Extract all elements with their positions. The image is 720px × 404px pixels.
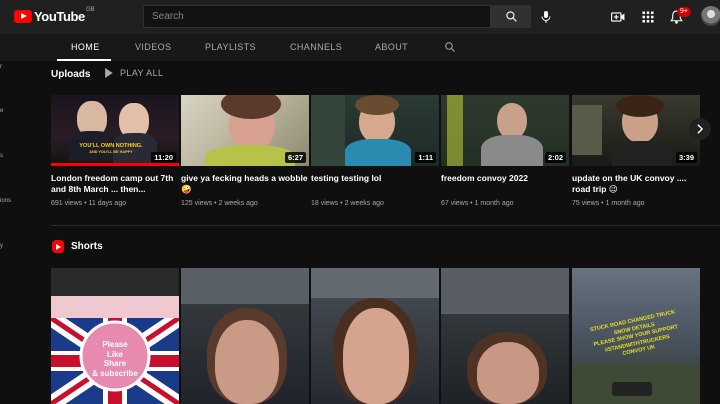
video-meta: 75 views • 1 month ago [572,200,645,207]
overlay-line: Please [102,340,128,349]
youtube-play-icon [14,10,32,23]
video-views: 691 views [51,200,83,207]
sidebar-cutoff-label[interactable]: y [0,243,3,249]
video-meta: 67 views • 1 month ago [441,200,514,207]
video-title[interactable]: testing testing lol [311,173,439,195]
video-title[interactable]: update on the UK convoy .... road trip 😉 [572,173,700,195]
top-bar: YouTube GB 9+ [0,0,720,34]
video-age: 2 weeks ago [344,200,384,207]
channel-tabs [0,34,720,61]
short-thumbnail [441,268,569,314]
video-title[interactable]: give ya fecking heads a wobble 🤪 [181,173,309,195]
section-title-shorts[interactable]: Shorts [71,241,103,252]
search-box[interactable] [143,5,491,28]
sidebar-cutoff-label[interactable]: r [0,64,2,70]
watch-progress-bar [51,163,179,166]
shorts-icon [52,240,64,253]
logo-text: YouTube [34,9,85,24]
short-card[interactable] [311,268,439,404]
tab-about[interactable]: ABOUT [375,42,408,52]
search-button[interactable] [491,5,531,28]
video-camera-plus-icon [611,12,625,22]
video-duration: 2:02 [544,152,566,163]
video-title[interactable]: London freedom camp out 7th and 8th Marc… [51,173,179,195]
voice-search-button[interactable] [537,8,555,26]
short-card[interactable] [441,268,569,404]
active-tab-indicator [57,59,111,61]
video-meta: 18 views • 2 weeks ago [311,200,384,207]
video-views: 75 views [572,200,600,207]
short-card[interactable]: Please Like Share & subscribe [51,268,179,404]
video-thumbnail[interactable]: 1:11 [311,95,439,166]
overlay-line: Share [103,359,127,368]
short-thumbnail [181,268,309,304]
short-card[interactable] [181,268,309,404]
search-input[interactable] [144,6,490,27]
tab-channels[interactable]: CHANNELS [290,42,342,52]
short-thumbnail [311,268,439,298]
apps-button[interactable] [639,8,657,26]
sidebar-cutoff-label[interactable]: s [0,153,3,159]
thumbnail-caption-sub: AND YOU'LL BE HAPPY [89,150,133,154]
sidebar-cutoff-label[interactable]: ions [0,198,11,204]
channel-search-button[interactable] [444,40,456,58]
video-card[interactable]: 3:39 update on the UK convoy .... road t… [572,95,700,207]
create-button[interactable] [609,8,627,26]
video-duration: 3:39 [675,152,697,163]
video-title[interactable]: freedom convoy 2022 [441,173,569,195]
play-icon [105,68,113,78]
short-card[interactable]: STUCK ROAD CHANGED TRUCK SNOW DETAILS PL… [572,268,700,404]
overlay-line: & subscribe [92,368,138,378]
short-overlay-text: STUCK ROAD CHANGED TRUCK SNOW DETAILS PL… [573,306,698,368]
video-card[interactable]: YOU'LL OWN NOTHING. AND YOU'LL BE HAPPY … [51,95,179,207]
video-thumbnail[interactable]: 6:27 [181,95,309,166]
video-meta: 125 views • 2 weeks ago [181,200,258,207]
section-title-uploads[interactable]: Uploads [51,69,90,80]
video-thumbnail[interactable]: YOU'LL OWN NOTHING. AND YOU'LL BE HAPPY … [51,95,179,166]
video-views: 125 views [181,200,213,207]
tab-playlists[interactable]: PLAYLISTS [205,42,256,52]
sidebar-cutoff-label[interactable]: e [0,108,3,114]
video-card[interactable]: 1:11 testing testing lol 18 views • 2 we… [311,95,439,207]
video-duration: 11:20 [151,152,176,163]
play-all-label: PLAY ALL [120,68,164,78]
video-card[interactable]: 6:27 give ya fecking heads a wobble 🤪 12… [181,95,309,207]
video-duration: 1:11 [415,152,436,163]
video-card[interactable]: 2:02 freedom convoy 2022 67 views • 1 mo… [441,95,569,207]
tab-videos[interactable]: VIDEOS [135,42,171,52]
video-meta: 691 views • 11 days ago [51,200,127,207]
thumbnail-caption: YOU'LL OWN NOTHING. [79,143,143,149]
search-icon [505,11,517,22]
overlay-line: Like [106,349,123,359]
video-age: 1 month ago [605,200,645,207]
video-views: 18 views [311,200,339,207]
youtube-logo[interactable]: YouTube GB [14,7,95,24]
chevron-right-icon [697,124,704,134]
video-thumbnail[interactable]: 3:39 [572,95,700,166]
short-overlay-text: Please Like Share & subscribe [85,340,145,378]
video-age: 1 month ago [474,200,514,207]
video-thumbnail[interactable]: 2:02 [441,95,569,166]
apps-grid-icon [642,11,654,23]
region-code: GB [86,7,95,13]
account-avatar[interactable] [701,6,720,26]
tab-home[interactable]: HOME [71,42,100,52]
video-age: 11 days ago [88,200,127,207]
video-duration: 6:27 [284,152,306,163]
video-age: 2 weeks ago [218,200,258,207]
notification-badge: 9+ [677,7,691,17]
search-icon [445,42,455,52]
carousel-next-button[interactable] [689,118,711,140]
play-all-button[interactable]: PLAY ALL [104,68,163,78]
video-views: 67 views [441,200,469,207]
section-divider [51,225,720,226]
microphone-icon [541,11,551,23]
